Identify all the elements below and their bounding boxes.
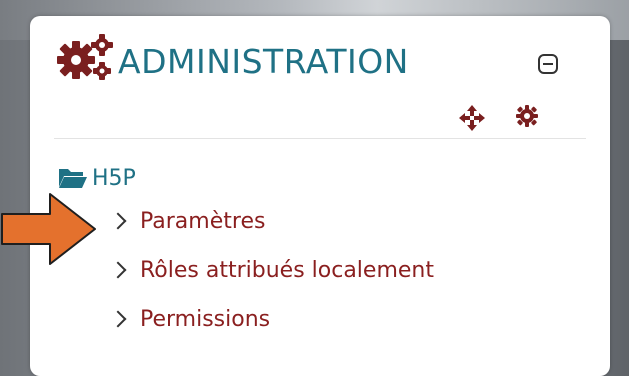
tree-item-label[interactable]: Rôles attribués localement (140, 258, 434, 283)
tree-item-roles[interactable]: Rôles attribués localement (109, 255, 434, 285)
block-title: ADMINISTRATION (118, 42, 409, 81)
tree-node-h5p[interactable]: H5P (58, 164, 136, 192)
move-icon[interactable] (458, 104, 486, 132)
tree-node-label: H5P (92, 165, 136, 191)
header-divider (54, 138, 586, 139)
chevron-right-icon (109, 310, 127, 328)
pointer-arrow (1, 193, 96, 265)
folder-open-icon (59, 169, 87, 188)
tree-item-label[interactable]: Permissions (140, 307, 270, 332)
gear-icon[interactable] (515, 104, 539, 128)
gears-icon (57, 34, 113, 80)
collapse-icon[interactable] (538, 54, 558, 74)
tree-item-permissions[interactable]: Permissions (109, 304, 270, 334)
tree-item-parametres[interactable]: Paramètres (109, 206, 265, 236)
tree-item-label[interactable]: Paramètres (140, 209, 265, 234)
chevron-right-icon (109, 261, 127, 279)
chevron-right-icon (109, 212, 127, 230)
administration-block: ADMINISTRATION H5P Paramètres Rôles attr… (30, 16, 610, 376)
